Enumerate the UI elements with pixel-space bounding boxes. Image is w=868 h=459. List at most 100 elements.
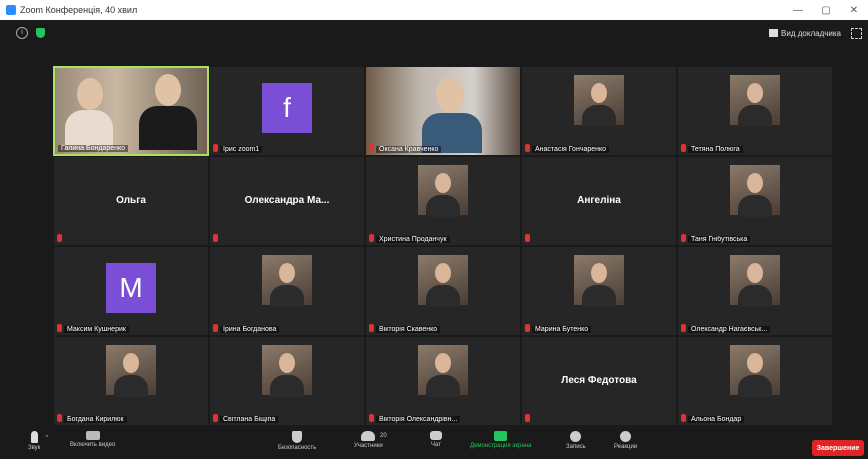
participant-name: Таня Гнібутівська	[688, 236, 751, 243]
minimize-button[interactable]: —	[784, 5, 812, 16]
participant-name-large: Леся Федотова	[561, 375, 637, 386]
record-icon	[570, 431, 582, 442]
view-label: Вид докладчика	[781, 28, 841, 38]
participant-name: Максим Кушнерик	[64, 326, 129, 333]
participant-photo	[574, 75, 624, 127]
participant-name: Вікторія Олександрівн...	[376, 416, 461, 423]
video-off-icon	[85, 431, 100, 440]
encryption-shield-icon[interactable]	[36, 28, 45, 38]
participant-tile[interactable]: Ірина Богданова	[209, 246, 365, 336]
meeting-toolbar: Звук ^ Включить видео Безопасность Участ…	[0, 428, 868, 459]
participant-tile[interactable]: Оксана Кравченко	[365, 66, 521, 156]
participant-tile[interactable]: Богдана Кирилюк	[53, 336, 209, 426]
participant-name-large: Олександра Ма...	[244, 195, 330, 206]
photo-body	[426, 375, 460, 397]
participant-tile[interactable]: Марина Бутенко	[521, 246, 677, 336]
video-button[interactable]: Включить видео	[70, 431, 115, 448]
end-meeting-button[interactable]: Завершение	[812, 440, 864, 456]
participant-tile[interactable]: Галина Бондаренко	[53, 66, 209, 156]
participants-button[interactable]: Участники 20	[354, 431, 387, 449]
participant-name: Олександр Нагаєвськ...	[688, 326, 771, 333]
photo-head	[747, 353, 763, 373]
participant-name: Христина Проданчук	[376, 236, 450, 243]
zoom-logo-icon	[6, 5, 16, 15]
reaction-emoji-icon	[620, 431, 632, 442]
mic-muted-icon	[681, 234, 686, 242]
photo-body	[426, 285, 460, 307]
participants-count: 20	[380, 433, 387, 439]
mic-muted-icon	[525, 144, 530, 152]
photo-body	[582, 285, 616, 307]
fullscreen-icon[interactable]	[851, 27, 862, 39]
participant-tile[interactable]: M Максим Кушнерик	[53, 246, 209, 336]
maximize-button[interactable]: ▢	[812, 5, 840, 16]
participant-tile[interactable]: Анастасія Гончаренко	[521, 66, 677, 156]
video-label: Включить видео	[70, 442, 116, 448]
participant-name-large: Ангеліна	[577, 195, 621, 206]
mic-muted-icon	[213, 414, 218, 422]
record-label: Запись	[566, 444, 586, 450]
participant-photo	[730, 255, 780, 307]
participant-name: Марина Бутенко	[532, 326, 592, 333]
chat-icon	[430, 431, 442, 440]
participant-tile[interactable]: Вікторія Олександрівн...	[365, 336, 521, 426]
participant-tile[interactable]: Тетяна Полюга	[677, 66, 833, 156]
participant-name: Світлана Біщіпа	[220, 416, 279, 423]
participant-tile[interactable]: Ангеліна	[521, 156, 677, 246]
mic-muted-icon	[525, 324, 530, 332]
view-button[interactable]: Вид докладчика	[769, 29, 841, 38]
participant-photo	[418, 345, 468, 397]
photo-body	[426, 195, 460, 217]
title-bar: Zoom Конференція, 40 хвил — ▢ ✕	[0, 0, 868, 20]
participant-name: Тетяна Полюга	[688, 146, 743, 153]
security-button[interactable]: Безопасность	[278, 431, 316, 451]
participant-tile[interactable]: Альона Бондар	[677, 336, 833, 426]
info-icon[interactable]: i	[16, 27, 28, 39]
reactions-button[interactable]: Реакции	[614, 431, 637, 450]
share-screen-icon	[494, 431, 508, 441]
participant-photo	[106, 345, 156, 397]
photo-head	[591, 263, 607, 283]
participant-tile[interactable]: Олександра Ма...	[209, 156, 365, 246]
participant-tile[interactable]: Ольга	[53, 156, 209, 246]
chat-button[interactable]: Чат	[430, 431, 442, 448]
participant-tile[interactable]: Леся Федотова	[521, 336, 677, 426]
photo-head	[279, 263, 295, 283]
chat-label: Чат	[431, 442, 441, 448]
photo-head	[747, 83, 763, 103]
participant-name: Вікторія Скавенко	[376, 326, 441, 333]
mic-muted-icon	[213, 324, 218, 332]
participant-name: Анастасія Гончаренко	[532, 146, 610, 153]
photo-body	[738, 105, 772, 127]
grid-icon	[769, 29, 779, 37]
participant-tile[interactable]: Таня Гнібутівська	[677, 156, 833, 246]
security-label: Безопасность	[278, 445, 317, 451]
share-label: Демонстрация экрана	[470, 443, 532, 449]
mic-muted-icon	[681, 324, 686, 332]
participant-tile[interactable]: f Ірис zoom1	[209, 66, 365, 156]
photo-body	[738, 285, 772, 307]
close-button[interactable]: ✕	[840, 5, 868, 16]
participant-tile[interactable]: Олександр Нагаєвськ...	[677, 246, 833, 336]
photo-head	[279, 353, 295, 373]
participant-photo	[418, 165, 468, 217]
participant-name: Галина Бондаренко	[58, 145, 129, 152]
participant-tile[interactable]: Світлана Біщіпа	[209, 336, 365, 426]
record-button[interactable]: Запись	[566, 431, 586, 450]
photo-body	[738, 195, 772, 217]
mic-muted-icon	[213, 234, 218, 242]
participant-tile[interactable]: Христина Проданчук	[365, 156, 521, 246]
participant-tile[interactable]: Вікторія Скавенко	[365, 246, 521, 336]
share-screen-button[interactable]: Демонстрация экрана	[470, 431, 531, 449]
audio-label: Звук	[28, 445, 41, 451]
participant-name: Ірис zoom1	[220, 146, 263, 153]
participant-avatar: f	[262, 83, 312, 133]
photo-head	[747, 173, 763, 193]
audio-button[interactable]: Звук ^	[28, 431, 48, 451]
mic-muted-icon	[213, 144, 218, 152]
participant-name: Ірина Богданова	[220, 326, 280, 333]
shield-icon	[292, 431, 303, 443]
microphone-muted-icon	[30, 431, 38, 443]
mic-muted-icon	[57, 324, 62, 332]
audio-options-caret-icon[interactable]: ^	[45, 435, 48, 441]
